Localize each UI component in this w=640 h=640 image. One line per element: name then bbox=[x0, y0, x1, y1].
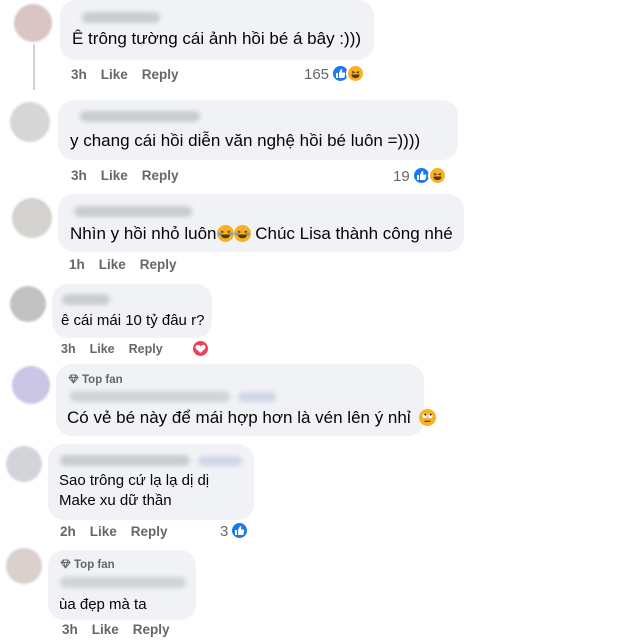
comment-bubble: Nhìn y hồi nhỏ luôn Chúc Lisa thành công… bbox=[58, 194, 464, 252]
like-button[interactable]: Like bbox=[101, 168, 128, 183]
author-name-blurred[interactable] bbox=[82, 12, 160, 23]
timestamp[interactable]: 2h bbox=[60, 524, 76, 539]
avatar[interactable] bbox=[10, 102, 50, 142]
comment-bubble: Top fan Có vẻ bé này để mái hợp hơn là v… bbox=[56, 364, 437, 436]
reaction-count[interactable]: 19 bbox=[393, 168, 410, 185]
author-name-blurred[interactable] bbox=[70, 391, 230, 402]
laughing-tears-icon bbox=[216, 225, 234, 242]
comment-bubble: y chang cái hồi diễn văn nghệ hồi bé luô… bbox=[58, 100, 458, 160]
comment-text: Nhìn y hồi nhỏ luôn Chúc Lisa thành công… bbox=[70, 223, 453, 245]
comment-text: ùa đẹp mà ta bbox=[59, 596, 147, 613]
top-fan-label: Top fan bbox=[74, 559, 115, 571]
reply-button[interactable]: Reply bbox=[142, 67, 179, 82]
comment-bubble: Ê trông tường cái ảnh hồi bé á bây :))) bbox=[60, 0, 374, 60]
timestamp[interactable]: 1h bbox=[69, 257, 85, 272]
comment-text-part-1: Nhìn y hồi nhỏ luôn bbox=[70, 224, 217, 243]
comment-actions: 3h Like Reply bbox=[62, 622, 184, 637]
avatar[interactable] bbox=[12, 198, 52, 238]
author-name-blurred[interactable] bbox=[62, 294, 110, 305]
comment-text: Có vẻ bé này để mái hợp hơn là vén lên ý… bbox=[67, 407, 437, 429]
comment-5: Top fan Có vẻ bé này để mái hợp hơn là v… bbox=[0, 362, 640, 438]
reply-button[interactable]: Reply bbox=[142, 168, 179, 183]
diamond-icon bbox=[60, 559, 71, 569]
comment-text-content: Có vẻ bé này để mái hợp hơn là vén lên ý… bbox=[67, 408, 411, 427]
author-subtitle-blurred bbox=[238, 392, 276, 402]
reaction-count[interactable]: 3 bbox=[220, 523, 228, 540]
haha-icon[interactable] bbox=[428, 166, 447, 185]
like-button[interactable]: Like bbox=[92, 622, 119, 637]
comment-text-part-2: Chúc Lisa thành công nhé bbox=[250, 224, 453, 243]
comment-3: Nhìn y hồi nhỏ luôn Chúc Lisa thành công… bbox=[0, 194, 640, 278]
comment-actions: 2h Like Reply bbox=[60, 524, 182, 539]
author-name-blurred[interactable] bbox=[80, 111, 200, 122]
comment-4: ê cái mái 10 tỷ đâu r? 3h Like Reply bbox=[0, 282, 640, 358]
reply-thread-line bbox=[33, 44, 35, 90]
comment-bubble: ê cái mái 10 tỷ đâu r? bbox=[52, 284, 212, 338]
reaction-count[interactable]: 165 bbox=[304, 66, 329, 83]
like-button[interactable]: Like bbox=[90, 342, 115, 356]
comment-actions: 3h Like Reply bbox=[71, 168, 193, 183]
comment-text: Ê trông tường cái ảnh hồi bé á bây :))) bbox=[72, 29, 362, 48]
comment-1: Ê trông tường cái ảnh hồi bé á bây :))) … bbox=[0, 0, 640, 92]
timestamp[interactable]: 3h bbox=[71, 168, 87, 183]
author-subtitle-blurred bbox=[198, 456, 242, 466]
comment-7: Top fan ùa đẹp mà ta 3h Like Reply bbox=[0, 544, 640, 640]
avatar[interactable] bbox=[14, 4, 52, 42]
timestamp[interactable]: 3h bbox=[61, 342, 76, 356]
comment-actions: 3h Like Reply bbox=[71, 67, 193, 82]
reply-button[interactable]: Reply bbox=[131, 524, 168, 539]
laughing-tears-icon bbox=[233, 225, 251, 242]
comment-6: Sao trông cứ lạ lạ dị dị Make xu dữ thần… bbox=[0, 442, 640, 542]
comment-2: y chang cái hồi diễn văn nghệ hồi bé luô… bbox=[0, 98, 640, 190]
top-fan-badge[interactable]: Top fan bbox=[68, 374, 123, 386]
avatar[interactable] bbox=[12, 366, 50, 404]
love-icon[interactable] bbox=[191, 339, 210, 358]
like-button[interactable]: Like bbox=[90, 524, 117, 539]
diamond-icon bbox=[68, 374, 79, 384]
comment-text-line-2: Make xu dữ thần bbox=[59, 492, 172, 509]
author-name-blurred[interactable] bbox=[74, 206, 192, 217]
avatar[interactable] bbox=[10, 286, 46, 322]
comment-text: y chang cái hồi diễn văn nghệ hồi bé luô… bbox=[70, 131, 421, 150]
top-fan-badge[interactable]: Top fan bbox=[60, 559, 115, 571]
comment-bubble: Sao trông cứ lạ lạ dị dị Make xu dữ thần bbox=[48, 444, 254, 520]
haha-icon[interactable] bbox=[346, 64, 365, 83]
comment-actions: 1h Like Reply bbox=[69, 257, 191, 272]
avatar[interactable] bbox=[6, 548, 42, 584]
like-button[interactable]: Like bbox=[101, 67, 128, 82]
like-icon[interactable] bbox=[230, 521, 249, 540]
top-fan-label: Top fan bbox=[82, 374, 123, 386]
comment-text: ê cái mái 10 tỷ đâu r? bbox=[61, 312, 205, 329]
reply-button[interactable]: Reply bbox=[129, 342, 163, 356]
timestamp[interactable]: 3h bbox=[62, 622, 78, 637]
author-name-blurred[interactable] bbox=[60, 577, 186, 588]
comment-text-line-1: Sao trông cứ lạ lạ dị dị bbox=[59, 472, 210, 489]
comment-actions: 3h Like Reply bbox=[61, 342, 177, 356]
like-button[interactable]: Like bbox=[99, 257, 126, 272]
timestamp[interactable]: 3h bbox=[71, 67, 87, 82]
comment-bubble: Top fan ùa đẹp mà ta bbox=[48, 550, 196, 620]
reply-button[interactable]: Reply bbox=[133, 622, 170, 637]
avatar[interactable] bbox=[6, 446, 42, 482]
author-name-blurred[interactable] bbox=[60, 455, 190, 466]
rolling-eyes-icon bbox=[419, 409, 437, 426]
reply-button[interactable]: Reply bbox=[140, 257, 177, 272]
